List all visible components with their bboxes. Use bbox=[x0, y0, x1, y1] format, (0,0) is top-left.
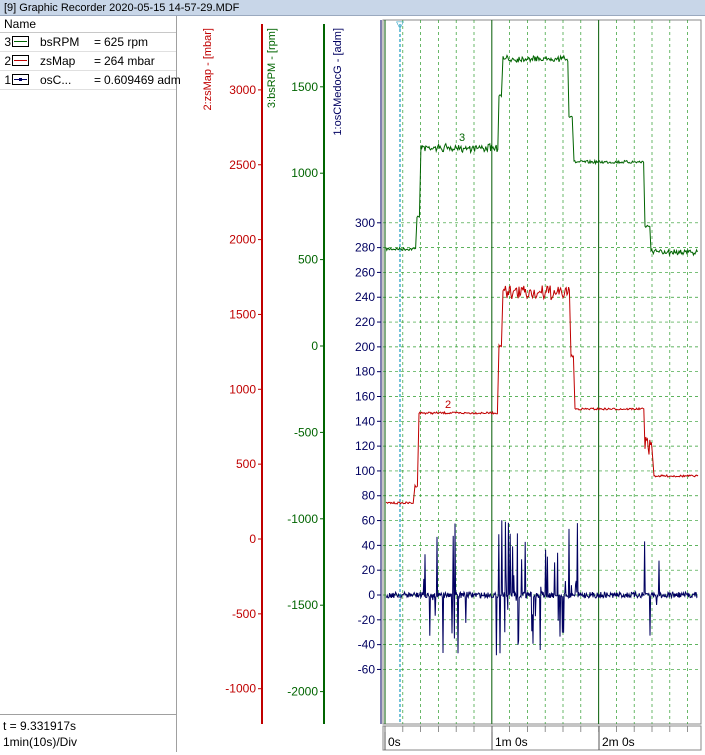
axis-tick-label: 2500 bbox=[229, 158, 256, 172]
bsrpm-axis-label: 3:bsRPM - [rpm] bbox=[266, 28, 278, 108]
axis-tick-label: -20 bbox=[358, 613, 376, 627]
signal-index: 3 bbox=[4, 35, 11, 49]
status-footer: t = 9.331917s 1min(10s)/Div bbox=[0, 714, 176, 752]
bsrpm-trace-label: 3 bbox=[459, 132, 465, 144]
zsmap-axis[interactable]: 2:zsMap - [mbar] 3000 2500 2000 1500 1000 500… bbox=[202, 24, 263, 724]
axis-tick-label: 100 bbox=[355, 464, 375, 478]
cursor-time: t = 9.331917s bbox=[3, 719, 77, 733]
axis-tick-label: 500 bbox=[236, 457, 256, 471]
axis-tick-label: 1000 bbox=[229, 382, 256, 396]
axis-tick-label: 40 bbox=[362, 538, 376, 552]
axis-tick-label: 20 bbox=[362, 563, 376, 577]
axis-tick-label: -40 bbox=[358, 638, 376, 652]
oscmedocg-axis[interactable]: 1:osCMedocG - [adm] 30028026024022020018… bbox=[332, 20, 382, 724]
axis-tick-label: 1500 bbox=[291, 80, 318, 94]
time-tick-label: 0s bbox=[388, 735, 401, 749]
axis-tick-label: -60 bbox=[358, 662, 376, 676]
axis-tick-label: 1000 bbox=[291, 166, 318, 180]
signal-row-zsmap[interactable]: 2 zsMap = 264 mbar bbox=[0, 52, 176, 71]
axis-tick-label: -2000 bbox=[287, 685, 318, 699]
axis-tick-label: 220 bbox=[355, 315, 375, 329]
name-column-header[interactable]: Name bbox=[0, 16, 176, 33]
signal-value: 264 mbar bbox=[104, 54, 155, 68]
red-line-swatch-icon bbox=[12, 55, 29, 66]
signal-index: 1 bbox=[4, 73, 11, 87]
window-title: [9] Graphic Recorder 2020-05-15 14-57-29… bbox=[0, 0, 705, 16]
axis-tick-label: 200 bbox=[355, 340, 375, 354]
axis-tick-label: -1500 bbox=[287, 598, 318, 612]
axis-tick-label: 240 bbox=[355, 290, 375, 304]
signal-name: zsMap bbox=[40, 54, 76, 68]
axis-tick-label: 260 bbox=[355, 265, 375, 279]
axis-tick-label: -500 bbox=[232, 607, 256, 621]
cursor-marker-icon: ▽ bbox=[396, 20, 404, 31]
axis-tick-label: 180 bbox=[355, 365, 375, 379]
signal-row-bsrpm[interactable]: 3 bsRPM = 625 rpm bbox=[0, 33, 176, 52]
oscmedocg-axis-label: 1:osCMedocG - [adm] bbox=[332, 28, 344, 136]
axis-tick-label: 140 bbox=[355, 414, 375, 428]
plot-grid bbox=[382, 19, 702, 725]
equals-sign: = bbox=[94, 73, 102, 87]
axis-tick-label: 80 bbox=[362, 489, 376, 503]
signal-index: 2 bbox=[4, 54, 11, 68]
axis-tick-label: 60 bbox=[362, 514, 376, 528]
time-tick-label: 2m 0s bbox=[602, 735, 635, 749]
axis-tick-label: 500 bbox=[298, 253, 318, 267]
axis-tick-label: -500 bbox=[294, 425, 318, 439]
signal-value: 625 rpm bbox=[104, 35, 149, 49]
axis-tick-label: 0 bbox=[249, 532, 256, 546]
navy-marker-swatch-icon bbox=[12, 74, 29, 85]
axis-tick-label: 280 bbox=[355, 241, 375, 255]
axis-tick-label: 0 bbox=[311, 339, 318, 353]
axis-tick-label: 160 bbox=[355, 389, 375, 403]
time-axis[interactable]: 0s 1m 0s 2m 0s bbox=[382, 725, 702, 751]
signal-list-panel: Name 3 bsRPM = 625 rpm 2 zsMap = 264 mba… bbox=[0, 16, 181, 752]
signal-value: 0.609469 adm bbox=[104, 73, 181, 87]
equals-sign: = bbox=[94, 54, 102, 68]
signal-row-oscmedocg[interactable]: 1 osC... = 0.609469 adm bbox=[0, 71, 181, 90]
axis-tick-label: 120 bbox=[355, 439, 375, 453]
plot-area[interactable]: 2:zsMap - [mbar] 3000 2500 2000 1500 1000 500… bbox=[178, 16, 705, 752]
axis-tick-label: 2000 bbox=[229, 233, 256, 247]
axis-tick-label: -1000 bbox=[287, 512, 318, 526]
equals-sign: = bbox=[94, 35, 102, 49]
axis-tick-label: 0 bbox=[368, 588, 375, 602]
time-per-division: 1min(10s)/Div bbox=[3, 735, 78, 749]
axis-tick-label: 300 bbox=[355, 216, 375, 230]
axis-tick-label: -1000 bbox=[225, 682, 256, 696]
axis-tick-label: 3000 bbox=[229, 83, 256, 97]
axis-tick-label: 1500 bbox=[229, 307, 256, 321]
zsmap-axis-label: 2:zsMap - [mbar] bbox=[202, 28, 214, 111]
bsrpm-axis[interactable]: 3:bsRPM - [rpm] 1500 1000 500 0 -500 -1000 -15… bbox=[266, 24, 325, 724]
time-tick-label: 1m 0s bbox=[495, 735, 528, 749]
zsmap-trace-label: 2 bbox=[445, 399, 451, 411]
signal-name: osC... bbox=[40, 73, 72, 87]
signal-name: bsRPM bbox=[40, 35, 80, 49]
green-line-swatch-icon bbox=[12, 36, 29, 47]
